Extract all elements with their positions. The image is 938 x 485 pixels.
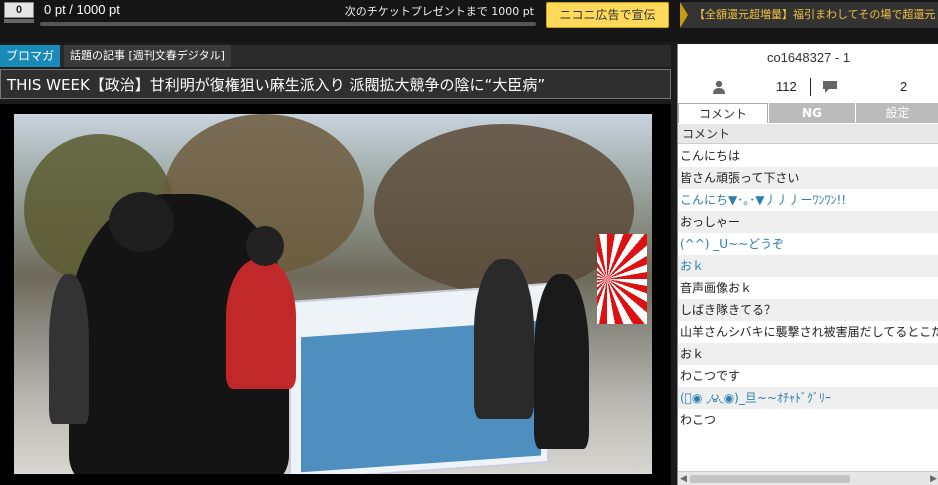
points-badge-bar — [4, 19, 34, 23]
points-badge: 0 — [4, 2, 34, 18]
comment-row[interactable]: (^^) _U~~どうぞ — [678, 233, 938, 255]
video-person — [534, 274, 589, 449]
video-person — [109, 192, 174, 252]
comment-column-header[interactable]: コメント — [678, 124, 938, 144]
comment-count: 2 — [900, 79, 908, 94]
video-person — [49, 274, 89, 424]
speech-bubble-icon — [823, 81, 837, 93]
scroll-thumb[interactable] — [690, 475, 850, 483]
comment-row[interactable]: こんにち▼･｡･▼丿丿丿ーﾜﾝﾜﾝ!! — [678, 189, 938, 211]
article-title-bar[interactable]: THIS WEEK【政治】甘利明が復権狙い麻生派入り 派閥拡大競争の陰に“大臣病… — [0, 69, 671, 99]
comment-row[interactable]: おｋ — [678, 343, 938, 365]
tab-comment[interactable]: コメント — [678, 103, 768, 123]
comment-row[interactable]: おｋ — [678, 255, 938, 277]
tab-ng[interactable]: NG — [769, 103, 855, 123]
tag-row: ブロマガ 話題の記事 [週刊文春デジタル] — [0, 45, 671, 67]
comment-row[interactable]: 皆さん頑張って下さい — [678, 167, 938, 189]
video-person — [474, 259, 534, 419]
comment-row[interactable]: 山羊さんシバキに襲撃され被害届だしてるとこだ — [678, 321, 938, 343]
viewer-count: 112 — [776, 79, 797, 94]
comment-row[interactable]: 音声画像おｋ — [678, 277, 938, 299]
top-bar: 0 0 pt / 1000 pt 次のチケットプレゼントまで 1000 pt ニ… — [0, 0, 938, 42]
points-progress-track — [40, 22, 536, 26]
horizontal-scrollbar[interactable]: ◀ ▶ — [678, 471, 938, 485]
comment-row[interactable]: しばき隊きてる？ — [678, 299, 938, 321]
video-person — [246, 226, 284, 266]
scroll-left-icon[interactable]: ◀ — [680, 474, 687, 484]
comment-row[interactable]: (ﾟ◉ ◞౪◟◉)_旦~~ｵﾁｬﾄﾞｸﾞﾘｰ — [678, 387, 938, 409]
ticker-arrow-icon — [680, 2, 688, 28]
nicoad-button[interactable]: ニコニ広告で宣伝 — [546, 2, 669, 28]
video-person — [226, 259, 296, 389]
stats-row: 112 2 — [678, 76, 938, 100]
tab-settings[interactable]: 設定 — [856, 103, 938, 123]
video-flag — [597, 234, 647, 324]
points-status: 0 pt / 1000 pt — [44, 2, 120, 17]
comment-row[interactable]: わこつです — [678, 365, 938, 387]
promo-ticker[interactable]: 【全額還元超増量】福引まわしてその場で超還元 — [680, 2, 938, 28]
stats-divider — [810, 78, 811, 96]
comment-list[interactable]: こんにちは 皆さん頑張って下さい こんにち▼･｡･▼丿丿丿ーﾜﾝﾜﾝ!! おっしゃー(… — [678, 145, 938, 471]
next-ticket-text: 次のチケットプレゼントまで 1000 pt — [344, 5, 534, 18]
article-category-link[interactable]: 話題の記事 [週刊文春デジタル] — [64, 45, 231, 67]
blomaga-tag[interactable]: ブロマガ — [0, 45, 60, 67]
article-title[interactable]: THIS WEEK【政治】甘利明が復権狙い麻生派入り 派閥拡大競争の陰に“大臣病… — [7, 74, 545, 95]
video-player[interactable] — [14, 114, 652, 474]
comment-row[interactable]: わこつ — [678, 409, 938, 431]
comment-row[interactable]: こんにちは — [678, 145, 938, 167]
community-id: co1648327 - 1 — [766, 50, 851, 65]
comment-row[interactable]: おっしゃー — [678, 211, 938, 233]
person-icon — [713, 80, 725, 94]
right-panel: co1648327 - 1 112 2 コメント NG 設定 コメント こんにち… — [677, 44, 938, 485]
comment-tabs: コメント NG 設定 — [678, 103, 938, 123]
scroll-right-icon[interactable]: ▶ — [930, 474, 937, 484]
